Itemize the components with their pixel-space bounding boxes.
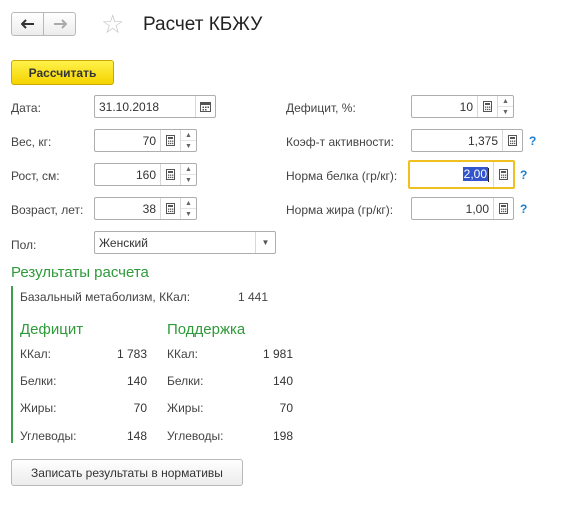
gender-label: Пол:: [11, 238, 37, 252]
deficit-row-label: Углеводы:: [20, 429, 77, 443]
page-title: Расчет КБЖУ: [143, 14, 263, 35]
calculator-icon[interactable]: [477, 96, 497, 117]
spin-up-icon[interactable]: ▲: [498, 96, 513, 107]
activity-help-icon[interactable]: ?: [529, 134, 536, 148]
weight-value: 70: [142, 133, 156, 148]
support-row-label: Жиры:: [167, 401, 204, 415]
support-row-value: 140: [272, 374, 293, 388]
calculator-icon[interactable]: [160, 198, 180, 219]
protein-label: Норма белка (гр/кг):: [286, 169, 398, 183]
height-value: 160: [135, 167, 156, 182]
arrow-right-icon: [53, 19, 67, 29]
support-title: Поддержка: [167, 321, 246, 338]
star-icon[interactable]: ☆: [101, 11, 124, 37]
deficit-row-value: 70: [133, 401, 147, 415]
spin-down-icon[interactable]: ▼: [181, 141, 196, 151]
date-label: Дата:: [11, 101, 41, 115]
fat-field[interactable]: 1,00: [411, 197, 514, 220]
deficit-row-value: 140: [126, 374, 147, 388]
deficit-label: Дефицит, %:: [286, 101, 356, 115]
support-row-value: 198: [272, 429, 293, 443]
deficit-row-value: 148: [126, 429, 147, 443]
age-value: 38: [142, 201, 156, 216]
support-row-label: ККал:: [167, 347, 198, 361]
support-row-label: Углеводы:: [167, 429, 224, 443]
protein-field[interactable]: 2,00: [408, 160, 515, 189]
results-title: Результаты расчета: [11, 264, 149, 281]
age-label: Возраст, лет:: [11, 203, 84, 217]
support-row-value: 1 981: [262, 347, 293, 361]
bmr-value: 1 441: [238, 290, 269, 304]
save-to-norms-button[interactable]: Записать результаты в нормативы: [11, 459, 243, 486]
calculator-icon[interactable]: [160, 130, 180, 151]
activity-value: 1,375: [467, 133, 498, 148]
activity-label: Коэф-т активности:: [286, 135, 394, 149]
date-field[interactable]: 31.10.2018: [94, 95, 216, 118]
weight-stepper[interactable]: ▲ ▼: [180, 130, 196, 151]
fat-value: 1,00: [465, 201, 489, 216]
gender-select[interactable]: Женский ▼: [94, 231, 276, 254]
height-field[interactable]: 160 ▲ ▼: [94, 163, 197, 186]
deficit-value: 10: [459, 99, 473, 114]
calendar-icon[interactable]: [195, 96, 215, 117]
deficit-row-label: Белки:: [20, 374, 57, 388]
deficit-row-value: 1 783: [116, 347, 147, 361]
calculator-icon[interactable]: [493, 198, 513, 219]
weight-label: Вес, кг:: [11, 135, 52, 149]
height-stepper[interactable]: ▲ ▼: [180, 164, 196, 185]
gender-value: Женский: [99, 235, 148, 250]
age-field[interactable]: 38 ▲ ▼: [94, 197, 197, 220]
chevron-down-icon[interactable]: ▼: [255, 232, 275, 253]
deficit-row-label: Жиры:: [20, 401, 57, 415]
deficit-field[interactable]: 10 ▲ ▼: [411, 95, 514, 118]
spin-down-icon[interactable]: ▼: [181, 175, 196, 185]
age-stepper[interactable]: ▲ ▼: [180, 198, 196, 219]
calculator-icon[interactable]: [160, 164, 180, 185]
weight-field[interactable]: 70 ▲ ▼: [94, 129, 197, 152]
fat-label: Норма жира (гр/кг):: [286, 203, 394, 217]
height-label: Рост, см:: [11, 169, 60, 183]
support-row-value: 70: [279, 401, 293, 415]
protein-help-icon[interactable]: ?: [520, 168, 527, 182]
results-divider: [11, 286, 13, 443]
protein-selected-text: 2,00: [462, 167, 488, 182]
bmr-label: Базальный метаболизм, ККал:: [20, 290, 191, 304]
spin-down-icon[interactable]: ▼: [181, 209, 196, 219]
calculate-button[interactable]: Рассчитать: [11, 60, 114, 85]
calculator-icon[interactable]: [493, 162, 513, 187]
deficit-stepper[interactable]: ▲ ▼: [497, 96, 513, 117]
arrow-left-icon: [20, 19, 34, 29]
spin-up-icon[interactable]: ▲: [181, 130, 196, 141]
spin-up-icon[interactable]: ▲: [181, 198, 196, 209]
back-button[interactable]: [11, 12, 44, 36]
spin-up-icon[interactable]: ▲: [181, 164, 196, 175]
forward-button[interactable]: [43, 12, 76, 36]
activity-field[interactable]: 1,375: [411, 129, 523, 152]
calculator-icon[interactable]: [502, 130, 522, 151]
fat-help-icon[interactable]: ?: [520, 202, 527, 216]
text-cursor: [488, 167, 489, 182]
support-row-label: Белки:: [167, 374, 204, 388]
date-value: 31.10.2018: [99, 99, 160, 114]
deficit-title: Дефицит: [20, 321, 84, 338]
protein-value: 2,00: [410, 167, 493, 182]
spin-down-icon[interactable]: ▼: [498, 107, 513, 117]
deficit-row-label: ККал:: [20, 347, 51, 361]
